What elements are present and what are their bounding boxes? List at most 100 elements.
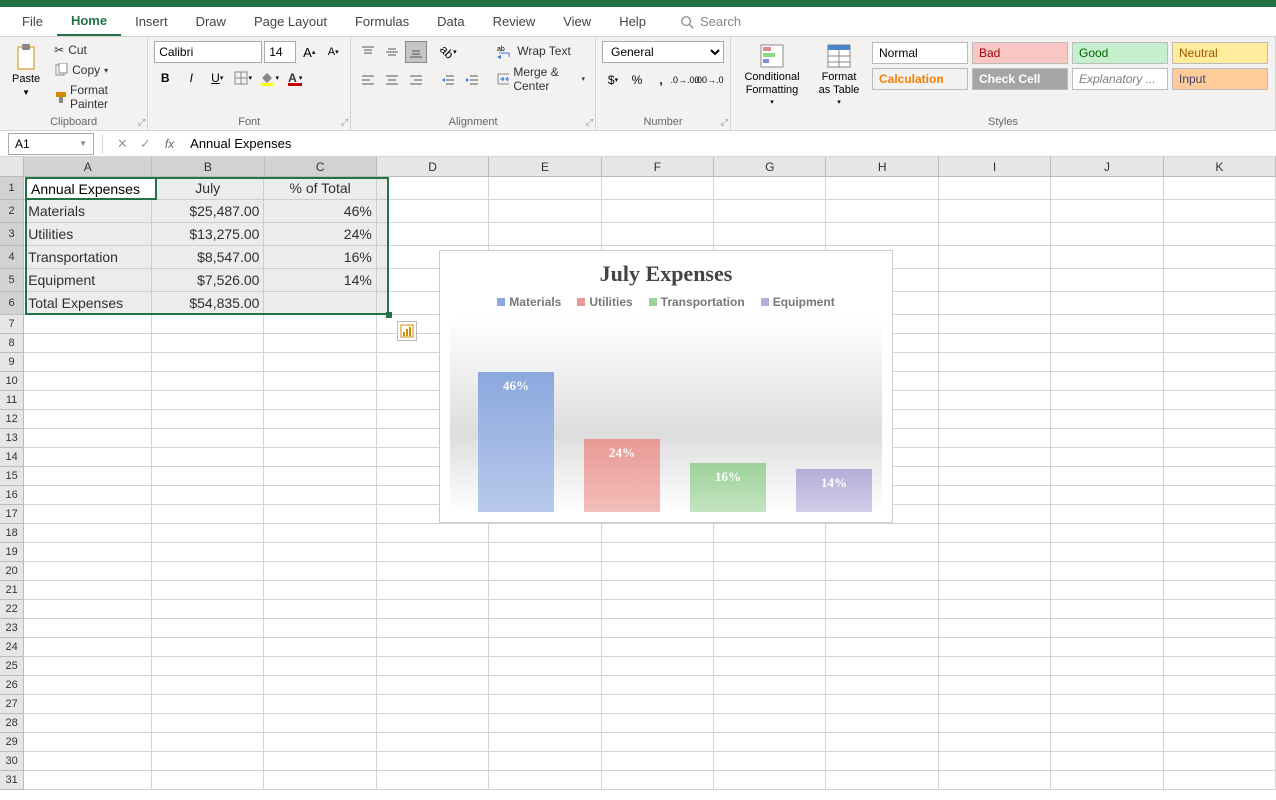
row-header-24[interactable]: 24 (0, 638, 24, 657)
cell-F21[interactable] (602, 581, 714, 600)
cell-J18[interactable] (1051, 524, 1163, 543)
cell-F1[interactable] (602, 177, 714, 200)
tab-review[interactable]: Review (479, 8, 550, 35)
style-good[interactable]: Good (1072, 42, 1168, 64)
cell-K10[interactable] (1164, 372, 1276, 391)
cell-D21[interactable] (377, 581, 489, 600)
cell-F29[interactable] (602, 733, 714, 752)
cell-F30[interactable] (602, 752, 714, 771)
cell-J5[interactable] (1051, 269, 1163, 292)
row-header-3[interactable]: 3 (0, 223, 24, 246)
cell-K7[interactable] (1164, 315, 1276, 334)
cell-B18[interactable] (152, 524, 264, 543)
cell-I31[interactable] (939, 771, 1051, 790)
style-check[interactable]: Check Cell (972, 68, 1068, 90)
cell-J16[interactable] (1051, 486, 1163, 505)
row-header-23[interactable]: 23 (0, 619, 24, 638)
cell-H20[interactable] (826, 562, 938, 581)
cell-C17[interactable] (264, 505, 376, 524)
cell-H31[interactable] (826, 771, 938, 790)
bold-button[interactable]: B (154, 67, 176, 89)
cell-C10[interactable] (264, 372, 376, 391)
cell-A13[interactable] (24, 429, 152, 448)
row-header-6[interactable]: 6 (0, 292, 24, 315)
cell-I6[interactable] (939, 292, 1051, 315)
paste-button[interactable]: Paste ▼ (6, 41, 46, 100)
cell-A16[interactable] (24, 486, 152, 505)
cell-A22[interactable] (24, 600, 152, 619)
cell-C3[interactable]: 24% (264, 223, 376, 246)
tab-data[interactable]: Data (423, 8, 478, 35)
cell-C21[interactable] (264, 581, 376, 600)
cell-C19[interactable] (264, 543, 376, 562)
cell-I26[interactable] (939, 676, 1051, 695)
cell-F26[interactable] (602, 676, 714, 695)
cell-J26[interactable] (1051, 676, 1163, 695)
cell-J8[interactable] (1051, 334, 1163, 353)
row-header-1[interactable]: 1 (0, 177, 24, 200)
cell-J9[interactable] (1051, 353, 1163, 372)
cell-I20[interactable] (939, 562, 1051, 581)
col-header-E[interactable]: E (489, 157, 601, 176)
cell-B25[interactable] (152, 657, 264, 676)
cell-G20[interactable] (714, 562, 826, 581)
row-header-17[interactable]: 17 (0, 505, 24, 524)
cell-K27[interactable] (1164, 695, 1276, 714)
format-painter-button[interactable]: Format Painter (50, 81, 141, 113)
cell-H27[interactable] (826, 695, 938, 714)
row-header-19[interactable]: 19 (0, 543, 24, 562)
cell-A12[interactable] (24, 410, 152, 429)
cell-K26[interactable] (1164, 676, 1276, 695)
cell-G26[interactable] (714, 676, 826, 695)
cell-H26[interactable] (826, 676, 938, 695)
cell-K17[interactable] (1164, 505, 1276, 524)
cell-B24[interactable] (152, 638, 264, 657)
orientation-button[interactable]: ab▾ (437, 41, 459, 63)
cell-E26[interactable] (489, 676, 601, 695)
cell-B31[interactable] (152, 771, 264, 790)
row-header-7[interactable]: 7 (0, 315, 24, 334)
cell-I22[interactable] (939, 600, 1051, 619)
row-header-20[interactable]: 20 (0, 562, 24, 581)
col-header-C[interactable]: C (265, 157, 377, 176)
cell-K14[interactable] (1164, 448, 1276, 467)
col-header-G[interactable]: G (714, 157, 826, 176)
cell-D19[interactable] (377, 543, 489, 562)
cell-B11[interactable] (152, 391, 264, 410)
cell-I18[interactable] (939, 524, 1051, 543)
increase-indent-button[interactable] (461, 69, 483, 91)
cell-I7[interactable] (939, 315, 1051, 334)
cell-K12[interactable] (1164, 410, 1276, 429)
cell-A9[interactable] (24, 353, 152, 372)
row-header-30[interactable]: 30 (0, 752, 24, 771)
col-header-D[interactable]: D (377, 157, 489, 176)
cell-H1[interactable] (826, 177, 938, 200)
cell-H21[interactable] (826, 581, 938, 600)
alignment-launcher[interactable]: ⤢ (586, 117, 593, 128)
cell-B26[interactable] (152, 676, 264, 695)
cell-C30[interactable] (264, 752, 376, 771)
conditional-formatting-button[interactable]: Conditional Formatting▾ (737, 41, 807, 110)
increase-font-button[interactable]: A▴ (298, 41, 320, 63)
cell-I23[interactable] (939, 619, 1051, 638)
cell-C13[interactable] (264, 429, 376, 448)
cell-I29[interactable] (939, 733, 1051, 752)
cell-E31[interactable] (489, 771, 601, 790)
cell-K22[interactable] (1164, 600, 1276, 619)
row-header-21[interactable]: 21 (0, 581, 24, 600)
cell-I1[interactable] (939, 177, 1051, 200)
cell-F31[interactable] (602, 771, 714, 790)
cell-C23[interactable] (264, 619, 376, 638)
row-header-25[interactable]: 25 (0, 657, 24, 676)
align-right-button[interactable] (405, 69, 427, 91)
cell-B20[interactable] (152, 562, 264, 581)
cell-C7[interactable] (264, 315, 376, 334)
cell-E20[interactable] (489, 562, 601, 581)
cell-K20[interactable] (1164, 562, 1276, 581)
cell-J31[interactable] (1051, 771, 1163, 790)
cell-C9[interactable] (264, 353, 376, 372)
font-color-button[interactable]: A▾ (284, 67, 306, 89)
cell-A14[interactable] (24, 448, 152, 467)
cell-B5[interactable]: $7,526.00 (152, 269, 264, 292)
font-size-select[interactable] (264, 41, 296, 63)
